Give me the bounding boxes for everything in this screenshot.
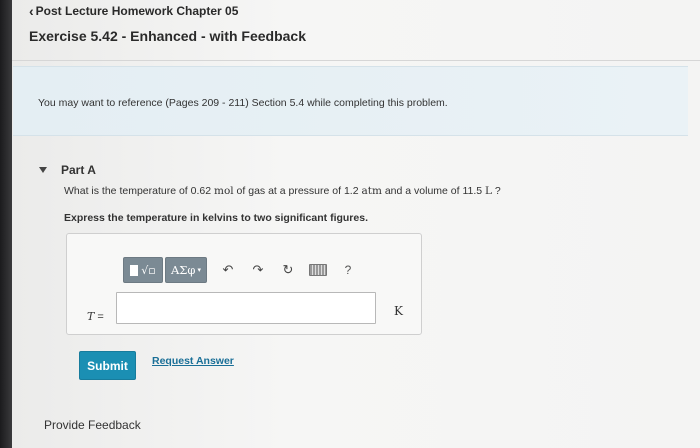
unit-label: K xyxy=(394,304,403,318)
greek-label: ΑΣφ xyxy=(170,263,196,277)
answer-panel: √▫ ΑΣφ ▾ ↶ ↷ ↻ ? T = K xyxy=(66,233,422,335)
answer-input[interactable] xyxy=(116,292,376,324)
greek-symbols-button[interactable]: ΑΣφ ▾ xyxy=(165,257,207,283)
caret-down-icon xyxy=(39,167,47,173)
undo-icon[interactable]: ↶ xyxy=(213,258,243,282)
instruction-text: Express the temperature in kelvins to tw… xyxy=(64,212,368,224)
submit-button[interactable]: Submit xyxy=(79,351,136,380)
template-button[interactable]: √▫ xyxy=(123,257,163,283)
redo-icon[interactable]: ↷ xyxy=(243,258,273,282)
unit-liter: L xyxy=(485,185,493,197)
back-link[interactable]: ‹ Post Lecture Homework Chapter 05 xyxy=(29,4,238,18)
back-link-label: Post Lecture Homework Chapter 05 xyxy=(35,4,239,18)
filled-square-icon xyxy=(130,264,139,276)
header-divider xyxy=(12,60,700,61)
variable-label: T = xyxy=(87,310,104,323)
screen-bezel xyxy=(0,0,12,448)
part-a-toggle[interactable]: Part A xyxy=(39,163,96,177)
part-label: Part A xyxy=(61,163,96,177)
request-answer-link[interactable]: Request Answer xyxy=(152,355,234,367)
page: ‹ Post Lecture Homework Chapter 05 Exerc… xyxy=(12,0,700,448)
unit-mol: mol xyxy=(214,185,234,197)
reference-banner: You may want to reference (Pages 209 - 2… xyxy=(13,66,688,136)
help-icon[interactable]: ? xyxy=(333,258,363,282)
reset-icon[interactable]: ↻ xyxy=(273,258,303,282)
keyboard-button[interactable] xyxy=(303,258,333,282)
math-toolbar: √▫ ΑΣφ ▾ ↶ ↷ ↻ ? xyxy=(123,257,363,283)
keyboard-icon xyxy=(309,264,327,276)
question-suffix: ? xyxy=(492,185,501,197)
question-prefix: What is the temperature of 0.62 xyxy=(64,185,214,197)
reference-text: You may want to reference (Pages 209 - 2… xyxy=(38,97,448,109)
question-text: What is the temperature of 0.62 mol of g… xyxy=(64,185,501,197)
equals-sign: = xyxy=(94,311,104,323)
chevron-down-icon: ▾ xyxy=(197,266,201,274)
question-mid1: of gas at a pressure of 1.2 xyxy=(233,185,362,197)
exercise-title: Exercise 5.42 - Enhanced - with Feedback xyxy=(29,28,306,44)
unit-atm: atm xyxy=(361,185,382,197)
chevron-left-icon: ‹ xyxy=(29,3,34,19)
radical-icon: √▫ xyxy=(141,263,156,277)
provide-feedback-link[interactable]: Provide Feedback xyxy=(44,418,141,432)
question-mid2: and a volume of 11.5 xyxy=(381,185,486,197)
